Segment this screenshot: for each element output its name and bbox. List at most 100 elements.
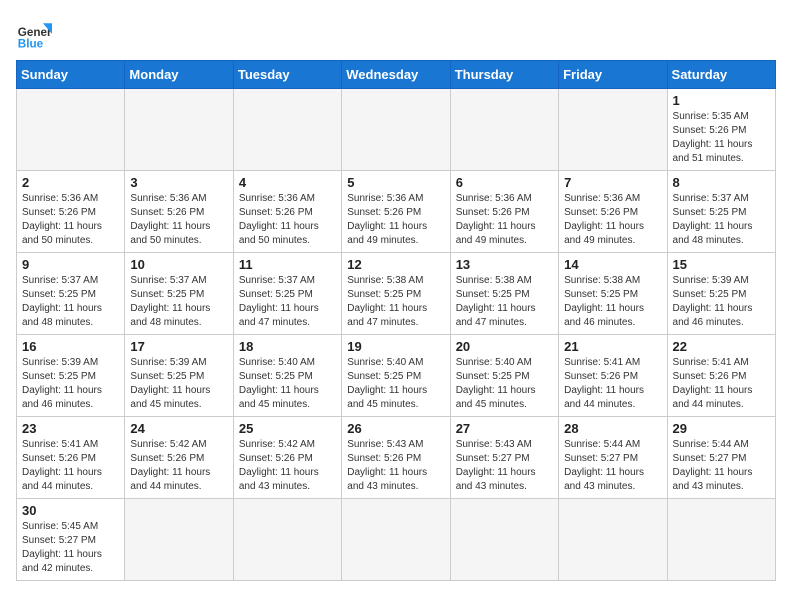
calendar-cell	[125, 89, 233, 171]
calendar-week-row: 23 Sunrise: 5:41 AM Sunset: 5:26 PM Dayli…	[17, 417, 776, 499]
day-info: Sunrise: 5:36 AM Sunset: 5:26 PM Dayligh…	[130, 192, 227, 248]
day-number: 3	[130, 175, 227, 190]
calendar-cell: 15Sunrise: 5:39 AM Sunset: 5:25 PM Dayli…	[667, 253, 775, 335]
day-info: Sunrise: 5:37 AM Sunset: 5:25 PM Dayligh…	[673, 192, 770, 248]
calendar-cell: 7 Sunrise: 5:36 AM Sunset: 5:26 PM Daylig…	[559, 171, 667, 253]
calendar-cell: 17 Sunrise: 5:39 AM Sunset: 5:25 PM Dayli…	[125, 335, 233, 417]
day-number: 12	[347, 257, 444, 272]
calendar-cell	[125, 499, 233, 581]
day-number: 6	[456, 175, 553, 190]
day-info: Sunrise: 5:40 AM Sunset: 5:25 PM Dayligh…	[347, 356, 444, 412]
day-info: Sunrise: 5:36 AM Sunset: 5:26 PM Dayligh…	[456, 192, 553, 248]
day-info: Sunrise: 5:37 AM Sunset: 5:25 PM Dayligh…	[130, 274, 227, 330]
calendar-cell	[233, 89, 341, 171]
day-number: 2	[22, 175, 119, 190]
svg-text:Blue: Blue	[18, 38, 44, 51]
calendar-week-row: 16 Sunrise: 5:39 AM Sunset: 5:25 PM Dayli…	[17, 335, 776, 417]
day-number: 20	[456, 339, 553, 354]
day-number: 19	[347, 339, 444, 354]
day-number: 15	[673, 257, 770, 272]
day-info: Sunrise: 5:36 AM Sunset: 5:26 PM Dayligh…	[239, 192, 336, 248]
calendar-cell: 6 Sunrise: 5:36 AM Sunset: 5:26 PM Daylig…	[450, 171, 558, 253]
calendar-cell: 20 Sunrise: 5:40 AM Sunset: 5:25 PM Dayli…	[450, 335, 558, 417]
day-number: 11	[239, 257, 336, 272]
calendar-cell	[559, 499, 667, 581]
calendar-cell	[342, 89, 450, 171]
logo: General Blue	[16, 16, 52, 52]
day-info: Sunrise: 5:38 AM Sunset: 5:25 PM Dayligh…	[456, 274, 553, 330]
day-info: Sunrise: 5:38 AM Sunset: 5:25 PM Dayligh…	[564, 274, 661, 330]
calendar-week-row: 2 Sunrise: 5:36 AM Sunset: 5:26 PM Daylig…	[17, 171, 776, 253]
calendar-cell: 8 Sunrise: 5:37 AM Sunset: 5:25 PM Daylig…	[667, 171, 775, 253]
day-number: 29	[673, 421, 770, 436]
day-number: 18	[239, 339, 336, 354]
day-info: Sunrise: 5:37 AM Sunset: 5:25 PM Dayligh…	[22, 274, 119, 330]
calendar-table: SundayMondayTuesdayWednesdayThursdayFrid…	[16, 60, 776, 581]
day-info: Sunrise: 5:40 AM Sunset: 5:25 PM Dayligh…	[456, 356, 553, 412]
day-number: 16	[22, 339, 119, 354]
day-number: 21	[564, 339, 661, 354]
day-info: Sunrise: 5:44 AM Sunset: 5:27 PM Dayligh…	[564, 438, 661, 494]
day-number: 17	[130, 339, 227, 354]
page-header: General Blue	[16, 16, 776, 52]
day-info: Sunrise: 5:41 AM Sunset: 5:26 PM Dayligh…	[673, 356, 770, 412]
day-info: Sunrise: 5:36 AM Sunset: 5:26 PM Dayligh…	[22, 192, 119, 248]
day-info: Sunrise: 5:39 AM Sunset: 5:25 PM Dayligh…	[130, 356, 227, 412]
calendar-cell: 14 Sunrise: 5:38 AM Sunset: 5:25 PM Dayli…	[559, 253, 667, 335]
calendar-cell	[17, 89, 125, 171]
calendar-cell: 23 Sunrise: 5:41 AM Sunset: 5:26 PM Dayli…	[17, 417, 125, 499]
calendar-cell: 1Sunrise: 5:35 AM Sunset: 5:26 PM Daylig…	[667, 89, 775, 171]
calendar-cell: 3 Sunrise: 5:36 AM Sunset: 5:26 PM Daylig…	[125, 171, 233, 253]
weekday-header-thursday: Thursday	[450, 61, 558, 89]
day-info: Sunrise: 5:39 AM Sunset: 5:25 PM Dayligh…	[22, 356, 119, 412]
day-number: 10	[130, 257, 227, 272]
day-number: 22	[673, 339, 770, 354]
day-number: 28	[564, 421, 661, 436]
calendar-week-row: 30 Sunrise: 5:45 AM Sunset: 5:27 PM Dayli…	[17, 499, 776, 581]
calendar-cell: 13 Sunrise: 5:38 AM Sunset: 5:25 PM Dayli…	[450, 253, 558, 335]
day-number: 5	[347, 175, 444, 190]
day-number: 27	[456, 421, 553, 436]
calendar-cell: 19 Sunrise: 5:40 AM Sunset: 5:25 PM Dayli…	[342, 335, 450, 417]
weekday-header-tuesday: Tuesday	[233, 61, 341, 89]
calendar-cell: 4 Sunrise: 5:36 AM Sunset: 5:26 PM Daylig…	[233, 171, 341, 253]
day-number: 4	[239, 175, 336, 190]
weekday-header-monday: Monday	[125, 61, 233, 89]
calendar-week-row: 9 Sunrise: 5:37 AM Sunset: 5:25 PM Daylig…	[17, 253, 776, 335]
calendar-cell: 18Sunrise: 5:40 AM Sunset: 5:25 PM Dayli…	[233, 335, 341, 417]
calendar-cell: 21 Sunrise: 5:41 AM Sunset: 5:26 PM Dayli…	[559, 335, 667, 417]
calendar-cell	[667, 499, 775, 581]
day-info: Sunrise: 5:45 AM Sunset: 5:27 PM Dayligh…	[22, 520, 119, 576]
calendar-cell: 12Sunrise: 5:38 AM Sunset: 5:25 PM Dayli…	[342, 253, 450, 335]
day-info: Sunrise: 5:43 AM Sunset: 5:26 PM Dayligh…	[347, 438, 444, 494]
day-info: Sunrise: 5:44 AM Sunset: 5:27 PM Dayligh…	[673, 438, 770, 494]
calendar-cell	[450, 89, 558, 171]
day-info: Sunrise: 5:37 AM Sunset: 5:25 PM Dayligh…	[239, 274, 336, 330]
weekday-header-sunday: Sunday	[17, 61, 125, 89]
day-number: 8	[673, 175, 770, 190]
calendar-week-row: 1Sunrise: 5:35 AM Sunset: 5:26 PM Daylig…	[17, 89, 776, 171]
weekday-header-wednesday: Wednesday	[342, 61, 450, 89]
weekday-header-saturday: Saturday	[667, 61, 775, 89]
day-number: 9	[22, 257, 119, 272]
day-number: 23	[22, 421, 119, 436]
day-info: Sunrise: 5:36 AM Sunset: 5:26 PM Dayligh…	[564, 192, 661, 248]
logo-icon: General Blue	[16, 16, 52, 52]
day-number: 25	[239, 421, 336, 436]
day-number: 13	[456, 257, 553, 272]
calendar-cell: 30 Sunrise: 5:45 AM Sunset: 5:27 PM Dayli…	[17, 499, 125, 581]
calendar-cell: 26Sunrise: 5:43 AM Sunset: 5:26 PM Dayli…	[342, 417, 450, 499]
calendar-cell: 9 Sunrise: 5:37 AM Sunset: 5:25 PM Daylig…	[17, 253, 125, 335]
day-number: 7	[564, 175, 661, 190]
day-number: 14	[564, 257, 661, 272]
day-number: 1	[673, 93, 770, 108]
calendar-cell: 11 Sunrise: 5:37 AM Sunset: 5:25 PM Dayli…	[233, 253, 341, 335]
calendar-cell: 16 Sunrise: 5:39 AM Sunset: 5:25 PM Dayli…	[17, 335, 125, 417]
day-number: 30	[22, 503, 119, 518]
calendar-cell	[450, 499, 558, 581]
day-info: Sunrise: 5:42 AM Sunset: 5:26 PM Dayligh…	[239, 438, 336, 494]
day-info: Sunrise: 5:41 AM Sunset: 5:26 PM Dayligh…	[22, 438, 119, 494]
calendar-cell: 2 Sunrise: 5:36 AM Sunset: 5:26 PM Daylig…	[17, 171, 125, 253]
day-info: Sunrise: 5:41 AM Sunset: 5:26 PM Dayligh…	[564, 356, 661, 412]
calendar-cell: 29 Sunrise: 5:44 AM Sunset: 5:27 PM Dayli…	[667, 417, 775, 499]
